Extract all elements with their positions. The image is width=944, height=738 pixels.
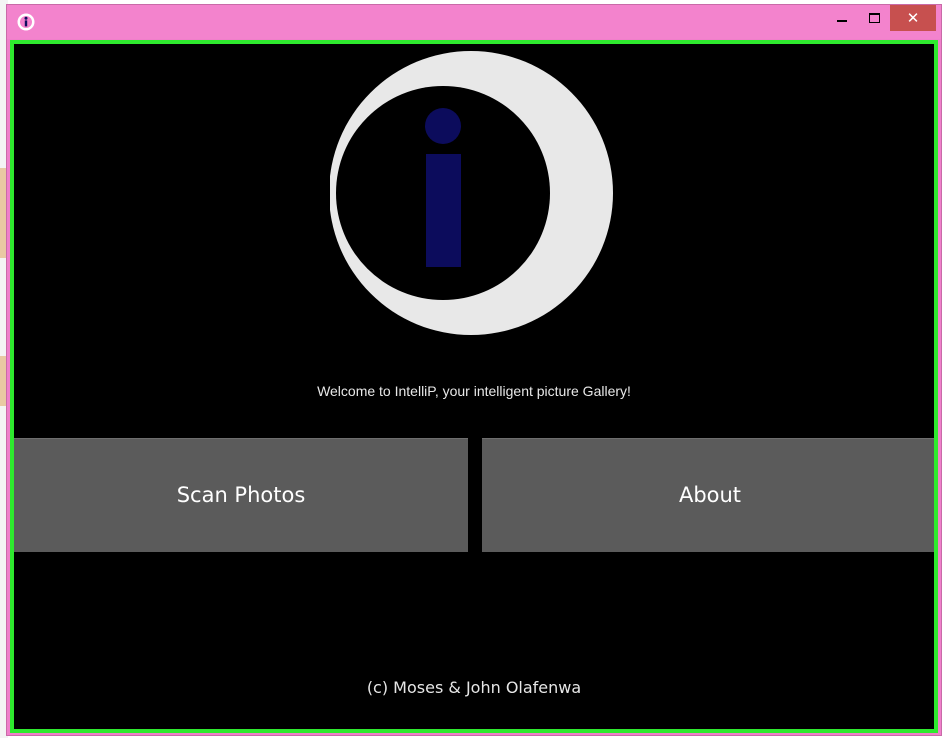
scan-photos-label: Scan Photos: [176, 483, 306, 507]
maximize-icon: [868, 13, 880, 23]
close-button[interactable]: ✕: [890, 5, 936, 31]
about-button[interactable]: About: [482, 438, 934, 552]
welcome-message: Welcome to IntelliP, your intelligent pi…: [317, 383, 631, 399]
app-window: ✕ Welcome to IntelliP, your intelligent …: [6, 4, 942, 736]
minimize-icon: [837, 20, 847, 22]
copyright-text: (c) Moses & John Olafenwa: [366, 678, 582, 697]
about-label: About: [678, 483, 742, 507]
title-bar[interactable]: ✕: [7, 5, 941, 39]
minimize-button[interactable]: [827, 5, 857, 31]
close-icon: ✕: [906, 9, 920, 27]
scan-photos-button[interactable]: Scan Photos: [14, 438, 468, 552]
info-icon[interactable]: [17, 13, 35, 31]
app-content: Welcome to IntelliP, your intelligent pi…: [10, 40, 938, 733]
intellip-logo: [330, 51, 613, 335]
maximize-button[interactable]: [859, 5, 889, 31]
